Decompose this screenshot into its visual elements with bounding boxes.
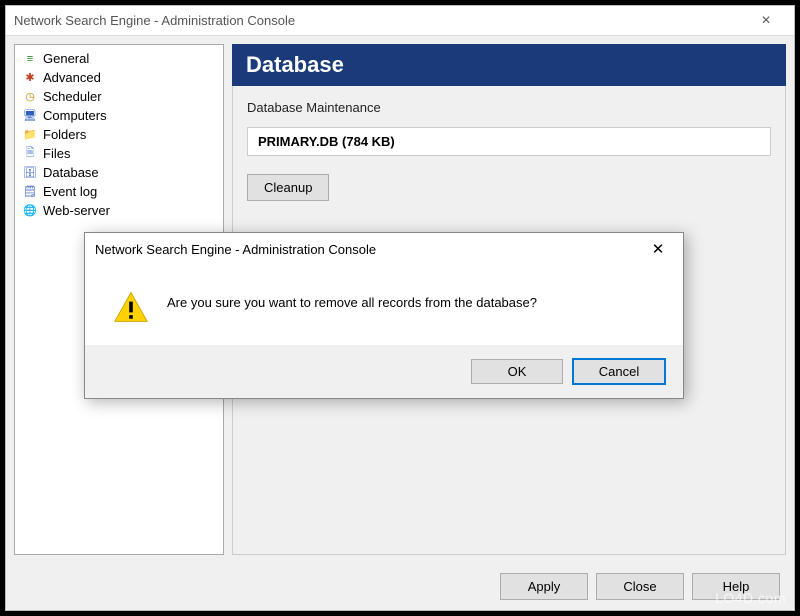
- dialog-body: Are you sure you want to remove all reco…: [85, 265, 683, 345]
- dialog-overlay: Network Search Engine - Administration C…: [0, 0, 800, 616]
- confirmation-dialog: Network Search Engine - Administration C…: [84, 232, 684, 399]
- ok-button[interactable]: OK: [471, 359, 563, 384]
- dialog-close-icon[interactable]: ✕: [637, 235, 679, 263]
- dialog-titlebar: Network Search Engine - Administration C…: [85, 233, 683, 265]
- dialog-buttons: OK Cancel: [85, 345, 683, 398]
- dialog-message: Are you sure you want to remove all reco…: [167, 289, 537, 310]
- cancel-button[interactable]: Cancel: [573, 359, 665, 384]
- warning-icon: [113, 289, 149, 325]
- dialog-title: Network Search Engine - Administration C…: [95, 242, 637, 257]
